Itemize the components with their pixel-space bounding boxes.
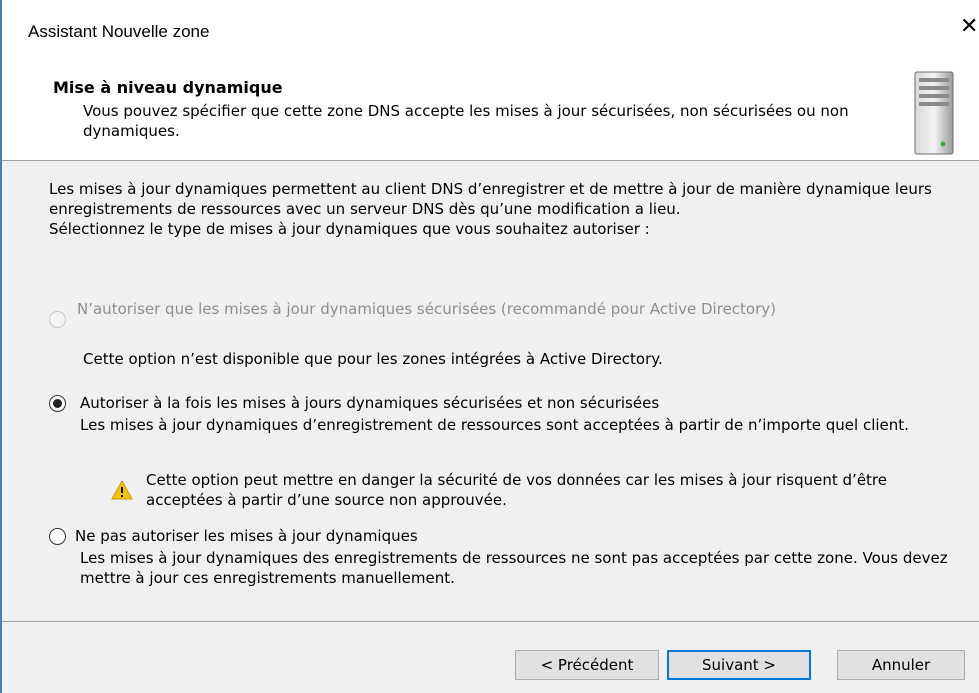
- option-secure-and-nonsecure-warning: Cette option peut mettre en danger la sé…: [146, 471, 887, 509]
- warning-icon: [111, 480, 133, 500]
- option-secure-only-label: N’autoriser que les mises à jour dynamiq…: [77, 300, 776, 318]
- intro-paragraph: Les mises à jour dynamiques permettent a…: [49, 180, 932, 218]
- wizard-header: Mise à niveau dynamique Vous pouvez spéc…: [2, 66, 979, 160]
- option-no-dynamic-desc: Les mises à jour dynamiques des enregist…: [80, 549, 948, 587]
- intro-prompt: Sélectionnez le type de mises à jour dyn…: [49, 220, 650, 238]
- intro-text: Les mises à jour dynamiques permettent a…: [49, 179, 949, 239]
- option-secure-and-nonsecure-desc: Les mises à jour dynamiques d’enregistre…: [80, 416, 909, 434]
- server-icon: [914, 71, 954, 155]
- wizard-content: Les mises à jour dynamiques permettent a…: [2, 161, 979, 621]
- radio-secure-and-nonsecure[interactable]: [49, 395, 66, 412]
- option-no-dynamic-label[interactable]: Ne pas autoriser les mises à jour dynami…: [75, 526, 955, 546]
- back-button[interactable]: < Précédent: [515, 650, 659, 680]
- page-description: Vous pouvez spécifier que cette zone DNS…: [83, 102, 849, 140]
- footer-divider: [2, 621, 979, 622]
- wizard-window: Assistant Nouvelle zone ✕ Mise à niveau …: [0, 0, 979, 693]
- option-secure-only-desc: Cette option n’est disponible que pour l…: [83, 350, 663, 368]
- option-secure-and-nonsecure-label[interactable]: Autoriser à la fois les mises à jours dy…: [80, 393, 960, 413]
- close-icon[interactable]: ✕: [960, 16, 978, 38]
- radio-no-dynamic[interactable]: [49, 528, 66, 545]
- window-title: Assistant Nouvelle zone: [28, 22, 210, 41]
- next-button[interactable]: Suivant >: [667, 650, 811, 680]
- cancel-button[interactable]: Annuler: [837, 650, 965, 680]
- radio-secure-only[interactable]: [49, 311, 66, 328]
- page-title: Mise à niveau dynamique: [53, 78, 283, 97]
- title-bar[interactable]: Assistant Nouvelle zone ✕: [2, 0, 979, 66]
